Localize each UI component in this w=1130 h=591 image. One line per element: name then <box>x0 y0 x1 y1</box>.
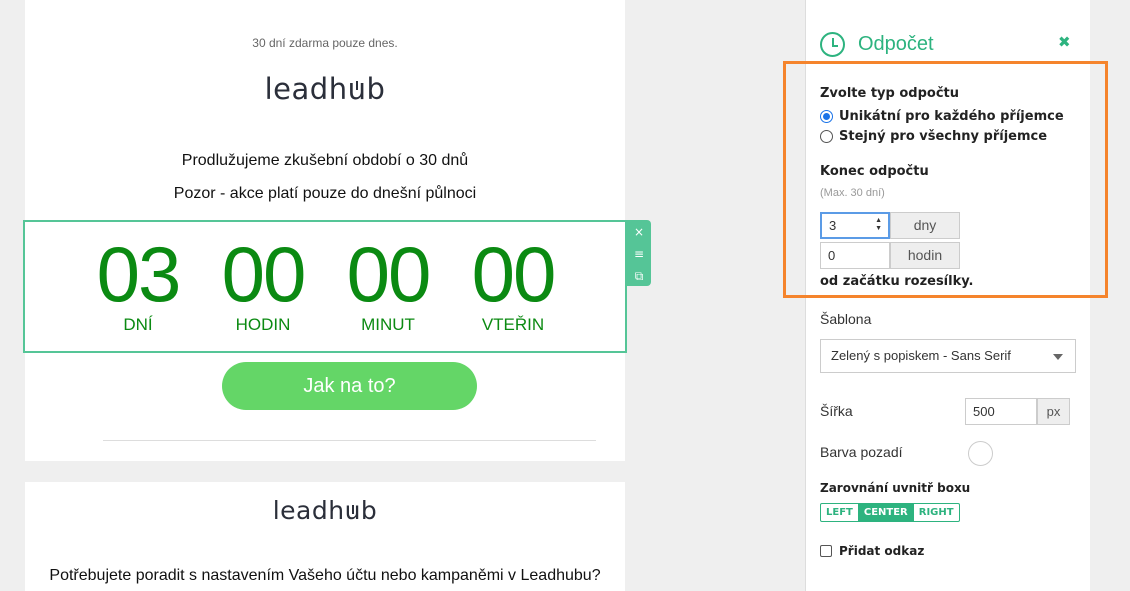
countdown-days-value: 03 <box>96 230 182 318</box>
countdown-block[interactable]: 03 DNÍ 00 HODIN 00 MINUT 00 VTEŘIN <box>23 220 627 353</box>
panel-header: Odpočet <box>820 30 934 58</box>
width-unit: px <box>1037 398 1070 425</box>
bg-color-label: Barva pozadí <box>820 444 903 460</box>
color-picker[interactable] <box>968 441 993 466</box>
template-select[interactable]: Zelený s popiskem - Sans Serif <box>820 339 1076 373</box>
checkbox[interactable] <box>820 545 832 557</box>
countdown-days: 03 DNÍ <box>83 232 193 334</box>
clock-icon <box>820 31 845 57</box>
countdown-hours-label: HODIN <box>235 315 291 334</box>
align-toggle: LEFT CENTER RIGHT <box>820 503 960 522</box>
countdown-seconds: 00 VTEŘIN <box>458 232 568 334</box>
countdown-minutes-label: MINUT <box>361 315 415 334</box>
logo-text-end: b <box>366 72 386 106</box>
copy-icon[interactable]: ⧉ <box>627 266 651 286</box>
countdown-hours-value: 00 <box>221 230 307 318</box>
cta-button[interactable]: Jak na to? <box>222 362 477 410</box>
countdown-days-label: DNÍ <box>123 315 153 334</box>
warning-text: Pozor - akce platí pouze do dnešní půlno… <box>173 185 477 202</box>
logo-text-start: leadh <box>272 496 345 525</box>
align-right-button[interactable]: RIGHT <box>912 504 959 521</box>
divider <box>103 440 596 441</box>
support-text: Potřebujete poradit s nastavením Vašeho … <box>49 567 601 584</box>
add-link-label: Přidat odkaz <box>839 544 925 558</box>
email-block-footer: leadhub Potřebujete poradit s nastavením… <box>25 482 625 591</box>
countdown-seconds-label: VTEŘIN <box>481 315 545 334</box>
panel-title: Odpočet <box>858 32 934 55</box>
preheader-text: 30 dní zdarma pouze dnes. <box>252 36 398 50</box>
template-value: Zelený s popiskem - Sans Serif <box>831 348 1011 363</box>
align-left-button[interactable]: LEFT <box>821 504 858 521</box>
logo-text-end: b <box>360 496 378 525</box>
width-input[interactable]: 500 <box>965 398 1037 425</box>
align-center-button[interactable]: CENTER <box>857 504 913 521</box>
countdown-seconds-value: 00 <box>471 230 557 318</box>
menu-icon[interactable]: ≡ <box>627 244 651 264</box>
template-label: Šablona <box>820 311 872 327</box>
add-link-checkbox[interactable]: Přidat odkaz <box>820 544 924 558</box>
close-icon[interactable]: ✖ <box>1058 33 1071 51</box>
leadhub-logo: leadhub <box>25 496 625 525</box>
close-icon[interactable]: × <box>627 222 651 242</box>
logo-text-u: u <box>347 72 367 106</box>
countdown-minutes: 00 MINUT <box>333 232 443 334</box>
leadhub-logo: leadhub <box>25 72 625 106</box>
block-toolbar: × ≡ ⧉ <box>627 220 651 286</box>
logo-text-u: u <box>344 496 361 525</box>
highlight-frame <box>783 61 1108 298</box>
countdown-hours: 00 HODIN <box>208 232 318 334</box>
align-label: Zarovnání uvnitř boxu <box>820 481 971 495</box>
countdown-minutes-value: 00 <box>346 230 432 318</box>
chevron-down-icon <box>1053 354 1063 360</box>
logo-text-start: leadh <box>264 72 348 106</box>
width-label: Šířka <box>820 403 853 419</box>
headline-text: Prodlužujeme zkušební období o 30 dnů <box>181 152 469 169</box>
